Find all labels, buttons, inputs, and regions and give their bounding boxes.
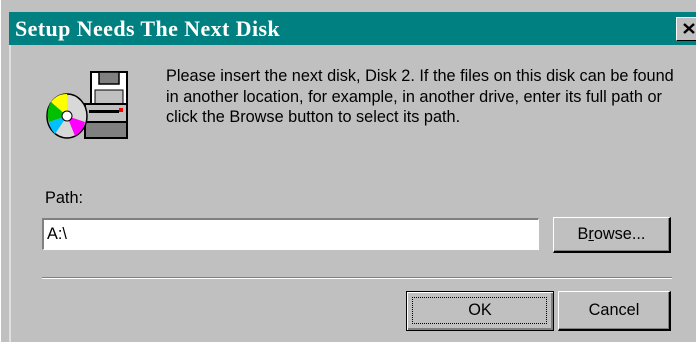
cancel-label: Cancel: [588, 301, 640, 319]
ok-button[interactable]: OK: [406, 291, 554, 331]
browse-button[interactable]: Browse...: [553, 217, 671, 253]
ok-label: OK: [468, 301, 492, 319]
setup-disk-icon: [46, 71, 128, 139]
path-input[interactable]: [42, 218, 539, 250]
title-bar[interactable]: Setup Needs The Next Disk: [9, 12, 696, 45]
path-label: Path:: [45, 189, 84, 207]
close-icon: [683, 23, 695, 34]
close-button[interactable]: [676, 17, 696, 41]
dialog-title: Setup Needs The Next Disk: [15, 16, 281, 41]
cancel-button[interactable]: Cancel: [558, 291, 671, 331]
separator-line: [42, 277, 672, 279]
setup-dialog: Setup Needs The Next Disk Please insert …: [0, 0, 696, 342]
instruction-message: Please insert the next disk, Disk 2. If …: [166, 67, 674, 126]
window-border: [9, 45, 11, 342]
